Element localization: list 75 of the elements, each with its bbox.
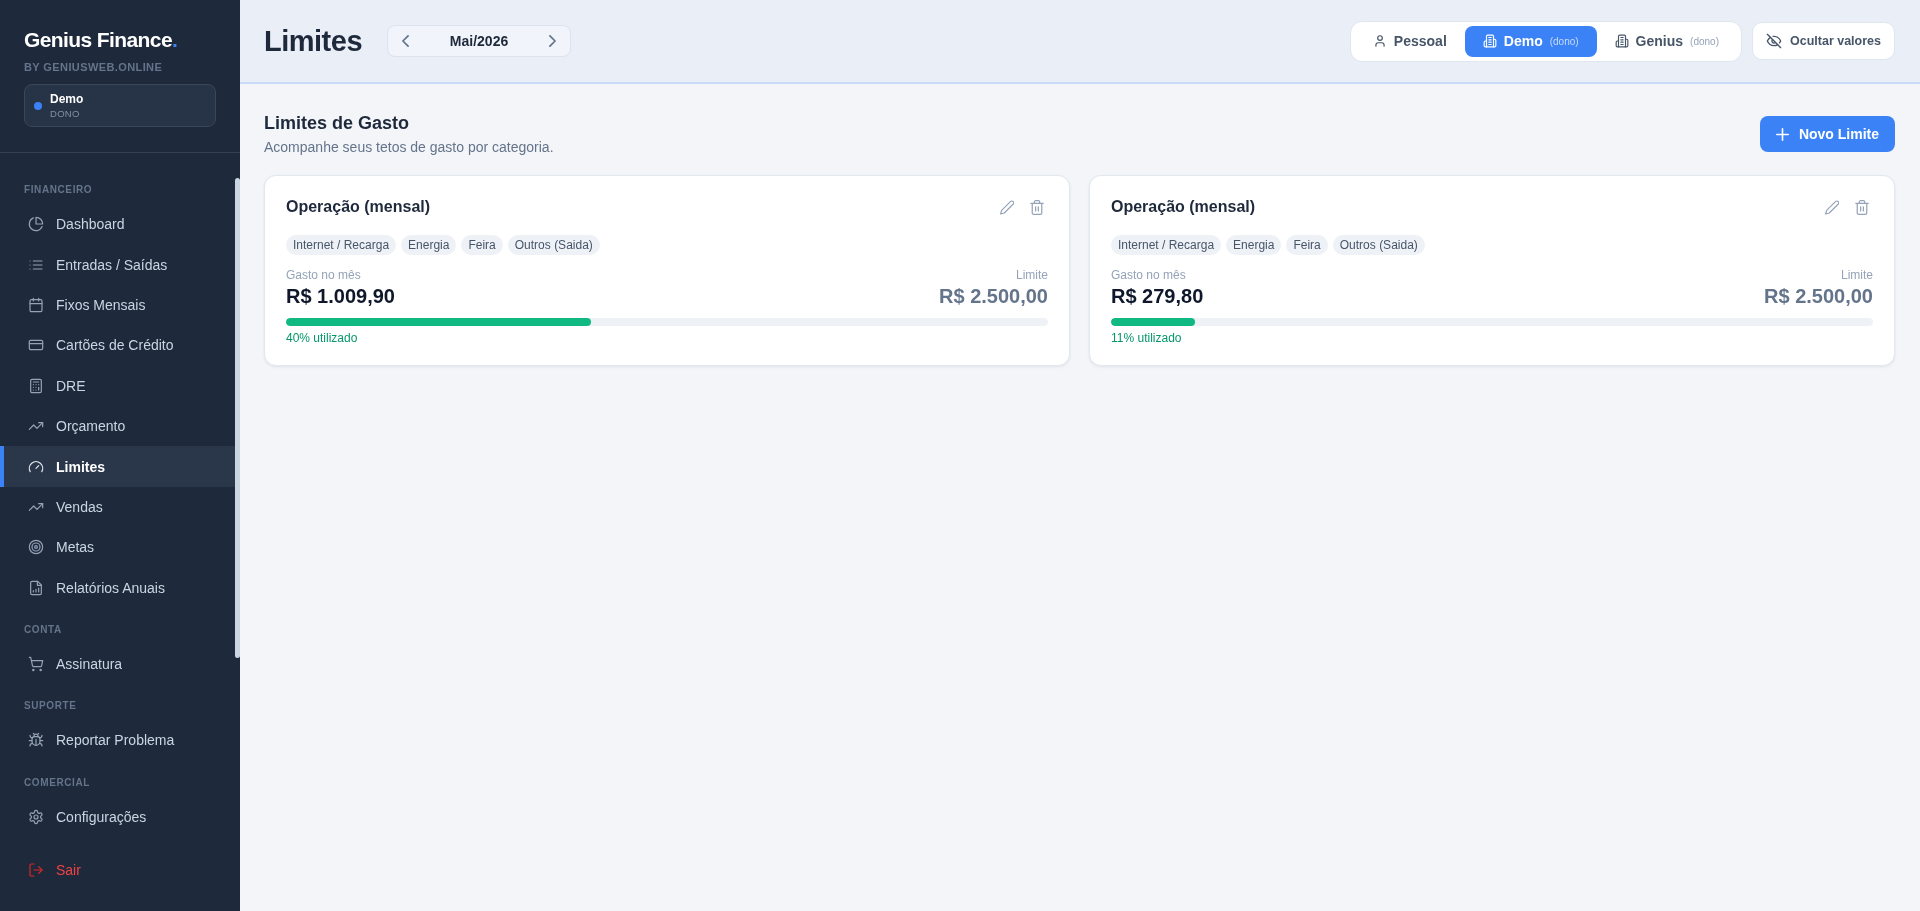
nav-item[interactable]: Metas (0, 527, 235, 568)
section-label: COMERCIAL (23, 775, 90, 790)
section-label: FINANCEIRO (23, 183, 93, 197)
bug-icon (28, 732, 44, 749)
nav-item[interactable]: Vendas (0, 486, 235, 528)
spent-amount: R$ 1.009,90 (286, 284, 395, 308)
limit-label: Limite (1016, 267, 1048, 283)
gauge-icon (28, 458, 44, 475)
account-tab[interactable]: Demo (dono) (1464, 25, 1597, 57)
category-tag: Internet / Recarga (286, 235, 397, 255)
settings-icon (28, 808, 44, 825)
new-limit-button[interactable]: Novo Limite (1759, 116, 1895, 152)
category-tag: Outros (Saida) (507, 235, 600, 255)
nav-item[interactable]: Reportar Problema (0, 720, 235, 761)
spent-label: Gasto no mês (1111, 267, 1186, 283)
limit-amount: R$ 2.500,00 (939, 284, 1048, 308)
workspace-name: Demo (50, 91, 84, 106)
chevron-right-icon[interactable] (549, 35, 557, 47)
trash-icon[interactable] (1030, 199, 1044, 215)
category-tag: Feira (461, 235, 503, 255)
nav-item[interactable]: Relatórios Anuais (0, 567, 235, 608)
calculator-icon (28, 377, 44, 394)
category-tag: Internet / Recarga (1111, 235, 1222, 255)
file-chart-icon (28, 579, 44, 596)
status-dot-icon (34, 101, 42, 110)
scrollbar-thumb[interactable] (235, 178, 240, 658)
workspace-role: DONO (50, 107, 81, 120)
usage-text: 40% utilizado (286, 330, 359, 346)
limit-title: Operação (mensal) (1111, 198, 1256, 216)
chevron-left-icon[interactable] (402, 35, 410, 47)
calendar-icon (28, 296, 44, 313)
account-tab[interactable]: Genius (dono) (1596, 25, 1737, 57)
section-label: SUPORTE (23, 699, 77, 714)
spent-amount: R$ 279,80 (1111, 284, 1204, 308)
nav-item[interactable]: Cartões de Crédito (0, 325, 235, 366)
logout-link[interactable]: Sair (0, 850, 235, 891)
nav-item[interactable]: Configurações (0, 796, 235, 838)
brand-name: Genius Finance. (24, 28, 179, 52)
logout-icon (28, 862, 44, 879)
limit-title: Operação (mensal) (286, 198, 431, 216)
nav-item[interactable]: Limites (0, 446, 235, 487)
pie-chart-icon (28, 216, 44, 233)
edit-icon[interactable] (1825, 199, 1839, 215)
account-tab[interactable]: Pessoal (1354, 25, 1465, 57)
month-label: Mai/2026 (449, 33, 509, 49)
page-title: Limites (264, 24, 363, 58)
category-tag: Feira (1286, 235, 1328, 255)
workspace-card[interactable]: Demo DONO (24, 84, 216, 127)
nav-item[interactable]: Dashboard (0, 204, 235, 245)
category-tag: Energia (401, 235, 457, 255)
nav-item[interactable]: Assinatura (0, 643, 235, 685)
category-tag: Energia (1226, 235, 1282, 255)
spent-label: Gasto no mês (286, 267, 361, 283)
usage-text: 11% utilizado (1111, 330, 1183, 346)
edit-icon[interactable] (1000, 199, 1014, 215)
limit-label: Limite (1841, 267, 1873, 283)
brand-tagline: BY GENIUSWEB.ONLINE (24, 60, 164, 74)
limit-amount: R$ 2.500,00 (1764, 284, 1873, 308)
nav-item[interactable]: Fixos Mensais (0, 284, 235, 326)
category-tag: Outros (Saida) (1332, 235, 1425, 255)
section-title: Limites de Gasto (264, 112, 411, 134)
plus-icon (1775, 127, 1789, 141)
cart-icon (28, 656, 44, 673)
target-icon (28, 539, 44, 556)
section-subtitle: Acompanhe seus tetos de gasto por categoria. (264, 138, 554, 156)
nav-item[interactable]: Entradas / Saídas (0, 244, 235, 285)
eye-off-icon (1766, 33, 1782, 49)
building-icon (1482, 34, 1497, 48)
section-label: CONTA (23, 622, 62, 637)
nav-item[interactable]: DRE (0, 365, 235, 406)
building-icon (1614, 34, 1629, 48)
nav-item[interactable]: Orçamento (0, 405, 235, 447)
trash-icon[interactable] (1855, 199, 1869, 215)
user-icon (1372, 34, 1387, 48)
hide-values-button[interactable]: Ocultar valores (1752, 22, 1895, 60)
